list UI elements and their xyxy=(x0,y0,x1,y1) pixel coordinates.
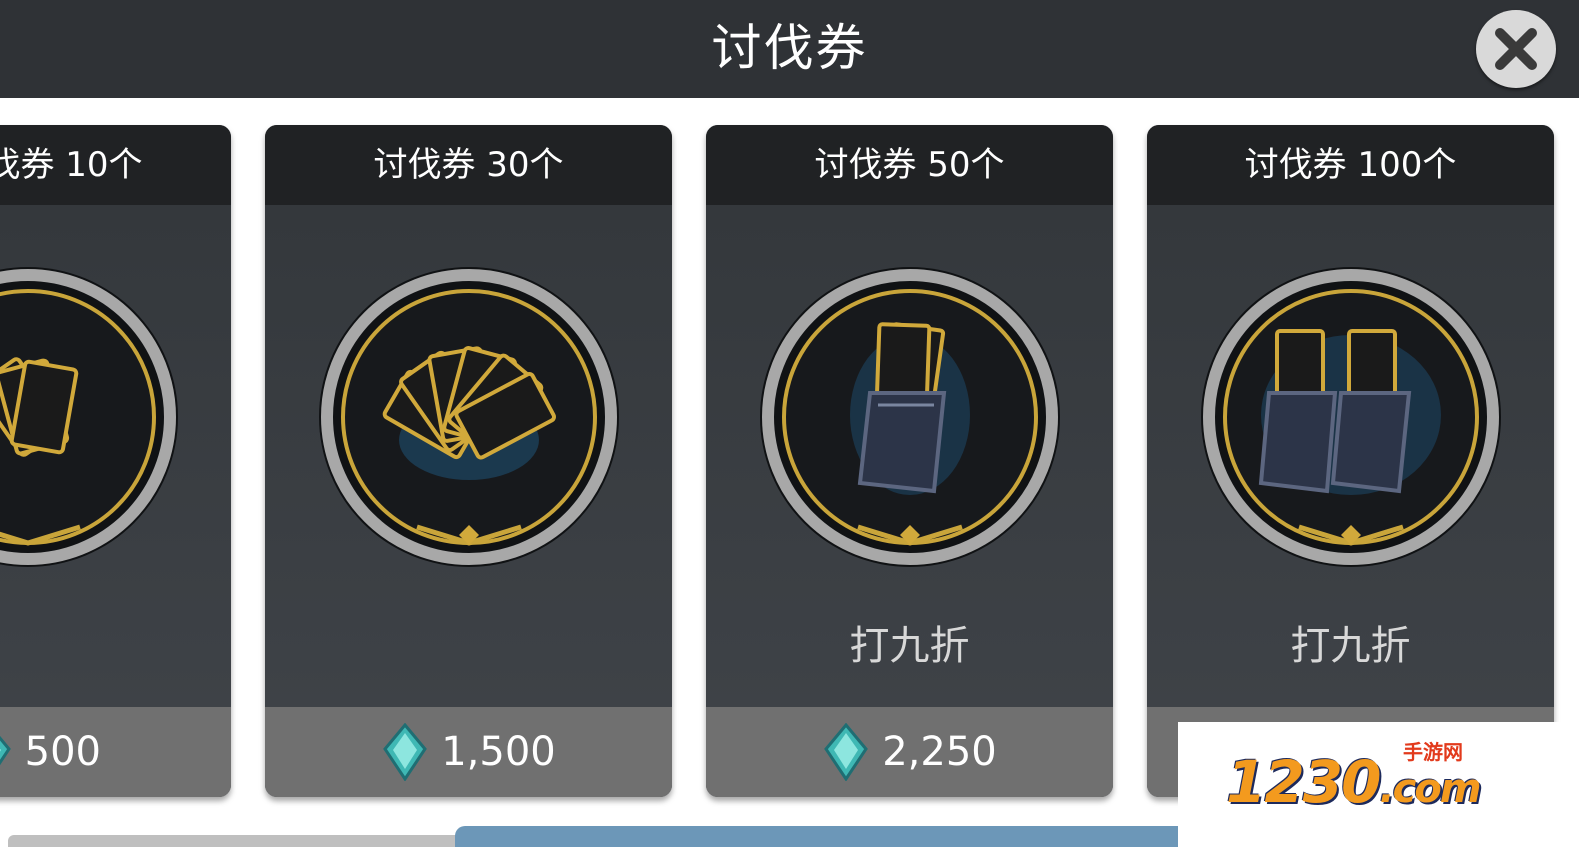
discount-label: 打九折 xyxy=(849,623,970,669)
crystal-gem-icon xyxy=(0,736,11,765)
item-title: 讨伐券 10个 xyxy=(0,125,231,205)
double-ticket-pack-icon xyxy=(1200,267,1501,567)
item-title: 讨伐券 100个 xyxy=(1147,125,1554,205)
shop-item-card[interactable]: 讨伐券 100个 打九折 xyxy=(1147,125,1554,797)
shop-item-card[interactable]: 讨伐券 30个 1,500 xyxy=(265,125,672,797)
watermark-text: 1230.com xyxy=(1226,748,1482,816)
title-bar: 讨伐券 xyxy=(0,0,1579,98)
discount-label: 打九折 xyxy=(1290,623,1411,669)
price-label: 1,500 xyxy=(265,707,672,797)
scrollbar-thumb[interactable] xyxy=(455,826,1195,847)
shop-item-card[interactable]: 讨伐券 10个 500 xyxy=(0,125,231,797)
price-label: 500 xyxy=(0,707,231,797)
crystal-gem-icon xyxy=(383,723,428,781)
close-button[interactable] xyxy=(1476,10,1556,88)
shop-item-card[interactable]: 讨伐券 50个 打九折 2,250 xyxy=(706,125,1113,797)
item-title: 讨伐券 30个 xyxy=(265,125,672,205)
close-icon xyxy=(1495,28,1537,70)
page-title: 讨伐券 xyxy=(711,19,868,77)
price-label: 2,250 xyxy=(706,707,1113,797)
item-title: 讨伐券 50个 xyxy=(706,125,1113,205)
watermark-logo: 手游网 1230.com xyxy=(1178,722,1579,847)
card-fan-icon xyxy=(318,267,619,567)
crystal-gem-icon xyxy=(824,723,869,781)
card-fan-icon xyxy=(0,267,178,567)
ticket-pack-icon xyxy=(759,267,1060,567)
